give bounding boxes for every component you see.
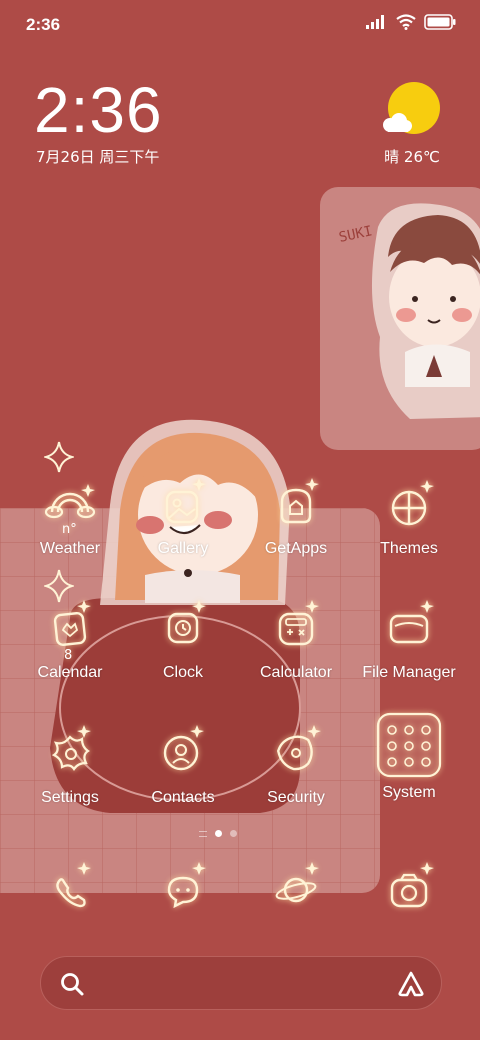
- clock-widget-date: 7月26日 周三下午: [36, 148, 160, 166]
- svg-text:n°: n°: [62, 522, 77, 536]
- app-calendar[interactable]: 8 Calendar: [15, 600, 125, 682]
- search-icon[interactable]: [59, 971, 85, 997]
- gallery-icon: [153, 476, 213, 536]
- contacts-icon: [153, 725, 213, 785]
- app-settings[interactable]: Settings: [15, 725, 125, 807]
- weather-temperature: 26℃: [403, 148, 440, 166]
- sparkle-decoration-icon: [44, 569, 74, 603]
- cloud-icon: [383, 113, 412, 132]
- calendar-icon: 8: [40, 600, 100, 663]
- app-weather[interactable]: n° Weather: [15, 476, 125, 558]
- dock-phone[interactable]: [15, 860, 125, 920]
- sparkle-decoration-icon: [44, 441, 74, 473]
- app-label: System: [382, 784, 436, 801]
- app-security[interactable]: Security: [241, 725, 351, 807]
- app-label: Gallery: [157, 540, 209, 557]
- app-label: File Manager: [362, 664, 456, 681]
- status-icons: [366, 14, 456, 30]
- app-label: Contacts: [151, 789, 215, 806]
- app-calculator[interactable]: Calculator: [241, 600, 351, 682]
- search-bar[interactable]: [40, 956, 442, 1010]
- gear-icon: [40, 725, 100, 785]
- signal-icon: [366, 15, 384, 29]
- app-clock[interactable]: Clock: [128, 600, 238, 682]
- app-label: Clock: [162, 664, 203, 681]
- camera-icon: [379, 860, 439, 920]
- page-dot: [230, 830, 237, 837]
- status-time: 2:36: [26, 15, 61, 34]
- rainbow-icon: n°: [40, 476, 100, 537]
- assistant-icon[interactable]: [397, 970, 425, 998]
- page-dot-active: [215, 830, 222, 837]
- app-label: Calculator: [259, 664, 333, 681]
- themes-icon: [379, 476, 439, 536]
- app-system-folder[interactable]: System: [354, 712, 464, 802]
- app-getapps[interactable]: GetApps: [241, 476, 351, 558]
- calculator-icon: [266, 600, 326, 660]
- folder-grid-icon: [376, 712, 442, 778]
- app-label: GetApps: [264, 540, 328, 557]
- app-contacts[interactable]: Contacts: [128, 725, 238, 807]
- messages-icon: [153, 860, 213, 920]
- app-gallery[interactable]: Gallery: [128, 476, 238, 558]
- app-themes[interactable]: Themes: [354, 476, 464, 558]
- battery-icon: [424, 14, 456, 30]
- browser-planet-icon: [266, 860, 326, 920]
- app-label: Security: [267, 789, 325, 806]
- bag-icon: [266, 476, 326, 536]
- app-label: Calendar: [37, 664, 103, 681]
- status-bar: 2:36: [0, 0, 480, 50]
- dock-browser[interactable]: [241, 860, 351, 920]
- app-label: Weather: [39, 540, 101, 557]
- weather-condition: 晴: [384, 148, 400, 166]
- shield-icon: [266, 725, 326, 785]
- wifi-icon: [396, 14, 416, 30]
- app-label: Settings: [41, 789, 99, 806]
- page-list-indicator: [199, 830, 207, 837]
- weather-text: 晴 26℃: [372, 146, 452, 167]
- boy-sticker-illustration: SUKI: [338, 203, 480, 419]
- dock-camera[interactable]: [354, 860, 464, 920]
- photo-caption: SUKI: [338, 223, 374, 246]
- svg-text:8: 8: [64, 648, 72, 660]
- phone-icon: [40, 860, 100, 920]
- app-file-manager[interactable]: File Manager: [354, 600, 464, 682]
- app-label: Themes: [380, 540, 438, 557]
- page-indicator[interactable]: [199, 830, 237, 837]
- dock-messages[interactable]: [128, 860, 238, 920]
- alarm-clock-icon: [153, 600, 213, 660]
- clock-widget-time[interactable]: 2:36: [34, 78, 163, 142]
- folder-icon: [379, 600, 439, 660]
- weather-widget[interactable]: 晴 26℃: [380, 82, 450, 166]
- photo-widget[interactable]: SUKI: [320, 187, 480, 450]
